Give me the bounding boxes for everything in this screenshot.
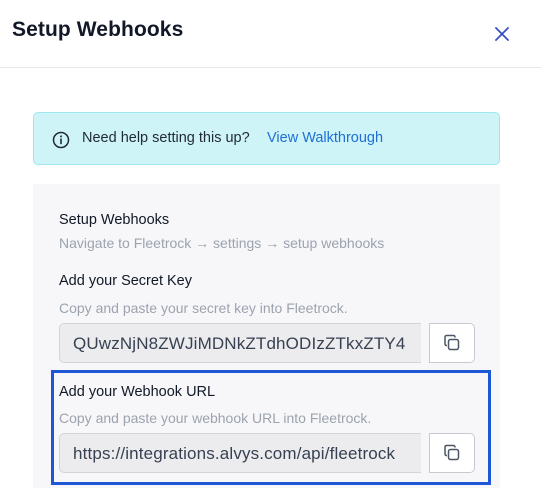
webhook-url-heading: Add your Webhook URL xyxy=(59,384,216,400)
copy-icon xyxy=(444,444,460,461)
secret-key-instructions: Copy and paste your secret key into Flee… xyxy=(59,300,348,316)
close-icon xyxy=(495,27,509,41)
copy-icon xyxy=(444,334,460,351)
modal-header: Setup Webhooks xyxy=(0,0,541,68)
copy-secret-key-button[interactable] xyxy=(429,323,475,363)
secret-key-value: QUwzNjN8ZWJiMDNkZTdhODIzZTkxZTY4 xyxy=(73,334,406,353)
help-banner: Need help setting this up? View Walkthro… xyxy=(33,112,500,165)
setup-webhooks-modal: Setup Webhooks Need help setting this up… xyxy=(0,0,541,488)
webhook-steps-panel: Setup Webhooks Navigate to Fleetrock → s… xyxy=(33,184,500,488)
webhook-url-value: https://integrations.alvys.com/api/fleet… xyxy=(73,444,396,463)
secret-key-field[interactable]: QUwzNjN8ZWJiMDNkZTdhODIzZTkxZTY4 xyxy=(59,323,421,363)
info-icon xyxy=(52,131,70,149)
setup-webhooks-heading: Setup Webhooks xyxy=(59,212,170,228)
copy-webhook-url-button[interactable] xyxy=(429,433,475,473)
modal-title: Setup Webhooks xyxy=(12,18,184,41)
close-button[interactable] xyxy=(488,20,516,48)
webhook-url-field[interactable]: https://integrations.alvys.com/api/fleet… xyxy=(59,433,421,473)
view-walkthrough-link[interactable]: View Walkthrough xyxy=(267,130,383,146)
help-text: Need help setting this up? xyxy=(82,130,250,146)
secret-key-heading: Add your Secret Key xyxy=(59,273,192,289)
setup-webhooks-instructions: Navigate to Fleetrock → settings → setup… xyxy=(59,235,385,251)
webhook-url-instructions: Copy and paste your webhook URL into Fle… xyxy=(59,410,372,426)
